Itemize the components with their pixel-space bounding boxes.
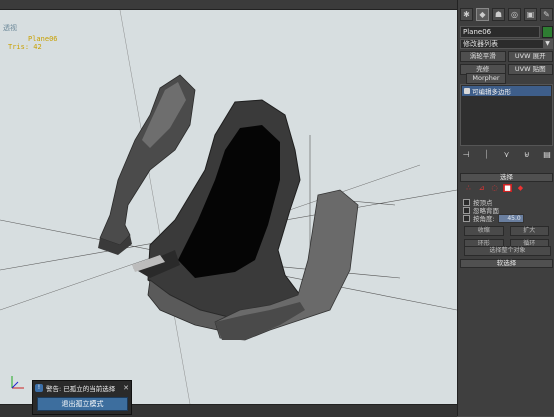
object-color-swatch[interactable] <box>542 26 553 38</box>
configure-sets-icon[interactable]: ▤ <box>541 149 553 160</box>
element-icon[interactable]: ◆ <box>516 184 525 192</box>
soft-selection-rollout-header[interactable]: 软选择 <box>460 259 553 268</box>
stack-tools: ⊣ ⏐ ⋎ ⊌ ▤ <box>460 149 553 161</box>
command-panel-tabs: ✱ ◆ ☗ ◎ ▣ ✎ <box>460 8 553 22</box>
by-angle-row[interactable]: 按角度: 45.0 <box>463 213 524 223</box>
utilities-tab-icon[interactable]: ✎ <box>540 8 553 21</box>
chevron-down-icon: ▼ <box>543 40 552 48</box>
shrink-button[interactable]: 收缩 <box>464 226 504 236</box>
grid-line <box>119 10 191 404</box>
close-icon[interactable]: ✕ <box>123 384 129 392</box>
viewport-label[interactable]: 透视 <box>3 23 17 33</box>
uvw-unwrap-button[interactable]: UVW 展开 <box>507 51 553 62</box>
stack-item-label: 可编辑多边形 <box>472 88 511 96</box>
gizmo-y-axis <box>11 381 19 389</box>
grow-button[interactable]: 扩大 <box>509 226 549 236</box>
turbosmooth-button[interactable]: 涡轮平滑 <box>460 51 506 62</box>
object-name-row: Plane06 <box>460 26 553 38</box>
motion-tab-icon[interactable]: ◎ <box>508 8 521 21</box>
edge-icon[interactable]: ⊿ <box>477 184 486 192</box>
morpher-button[interactable]: Morpher <box>466 73 506 84</box>
subobject-icons: ∴ ⊿ ◌ ■ ◆ <box>464 184 525 192</box>
select-whole-object-button[interactable]: 选择整个对象 <box>464 246 551 256</box>
viewport-object-stats: Tris: 42 <box>8 43 42 51</box>
pin-stack-icon[interactable]: ⊣ <box>460 149 472 160</box>
modifier-stack: 可编辑多边形 <box>460 84 553 146</box>
border-icon[interactable]: ◌ <box>490 184 499 192</box>
polygon-icon[interactable]: ■ <box>503 184 512 192</box>
notification-message: 警告: 已孤立的当前选择 <box>46 384 116 393</box>
uvw-map-button[interactable]: UVW 贴图 <box>507 64 553 75</box>
warning-icon: ! <box>35 383 43 392</box>
hierarchy-tab-icon[interactable]: ☗ <box>492 8 505 21</box>
remove-modifier-icon[interactable]: ⊌ <box>521 149 533 160</box>
make-unique-icon[interactable]: ⋎ <box>501 149 513 160</box>
stack-item-editable-poly[interactable]: 可编辑多边形 <box>462 86 551 96</box>
display-tab-icon[interactable]: ▣ <box>524 8 537 21</box>
by-angle-checkbox[interactable] <box>463 214 470 222</box>
exit-isolation-button[interactable]: 退出孤立模式 <box>37 397 128 411</box>
vertex-icon[interactable]: ∴ <box>464 184 473 192</box>
viewport-object-name: Plane06 <box>28 35 58 43</box>
object-name-field[interactable]: Plane06 <box>460 26 540 38</box>
create-tab-icon[interactable]: ✱ <box>460 8 473 21</box>
modifier-list-dropdown[interactable]: 修改器列表 ▼ <box>460 39 553 49</box>
modify-tab-icon[interactable]: ◆ <box>476 8 489 21</box>
by-angle-label: 按角度: <box>473 215 495 223</box>
modifier-list-label: 修改器列表 <box>463 40 498 48</box>
notification-header: ! 警告: 已孤立的当前选择 ✕ <box>35 383 129 393</box>
command-panel: ✱ ◆ ☗ ◎ ▣ ✎ Plane06 修改器列表 ▼ 涡轮平滑 UVW 展开 … <box>457 0 554 416</box>
scene-canvas <box>0 10 457 404</box>
selection-rollout-header[interactable]: 选择 <box>460 173 553 182</box>
show-end-result-icon[interactable]: ⏐ <box>480 149 492 160</box>
perspective-viewport[interactable]: 透视 Plane06 Tris: 42 <box>0 10 457 404</box>
lightbulb-icon[interactable] <box>464 88 470 94</box>
isolate-notification: ! 警告: 已孤立的当前选择 ✕ 退出孤立模式 <box>32 380 132 415</box>
angle-spinner[interactable]: 45.0 <box>497 213 524 223</box>
modifier-buttons: 涡轮平滑 UVW 展开 壳修 UVW 贴图 <box>460 51 553 75</box>
